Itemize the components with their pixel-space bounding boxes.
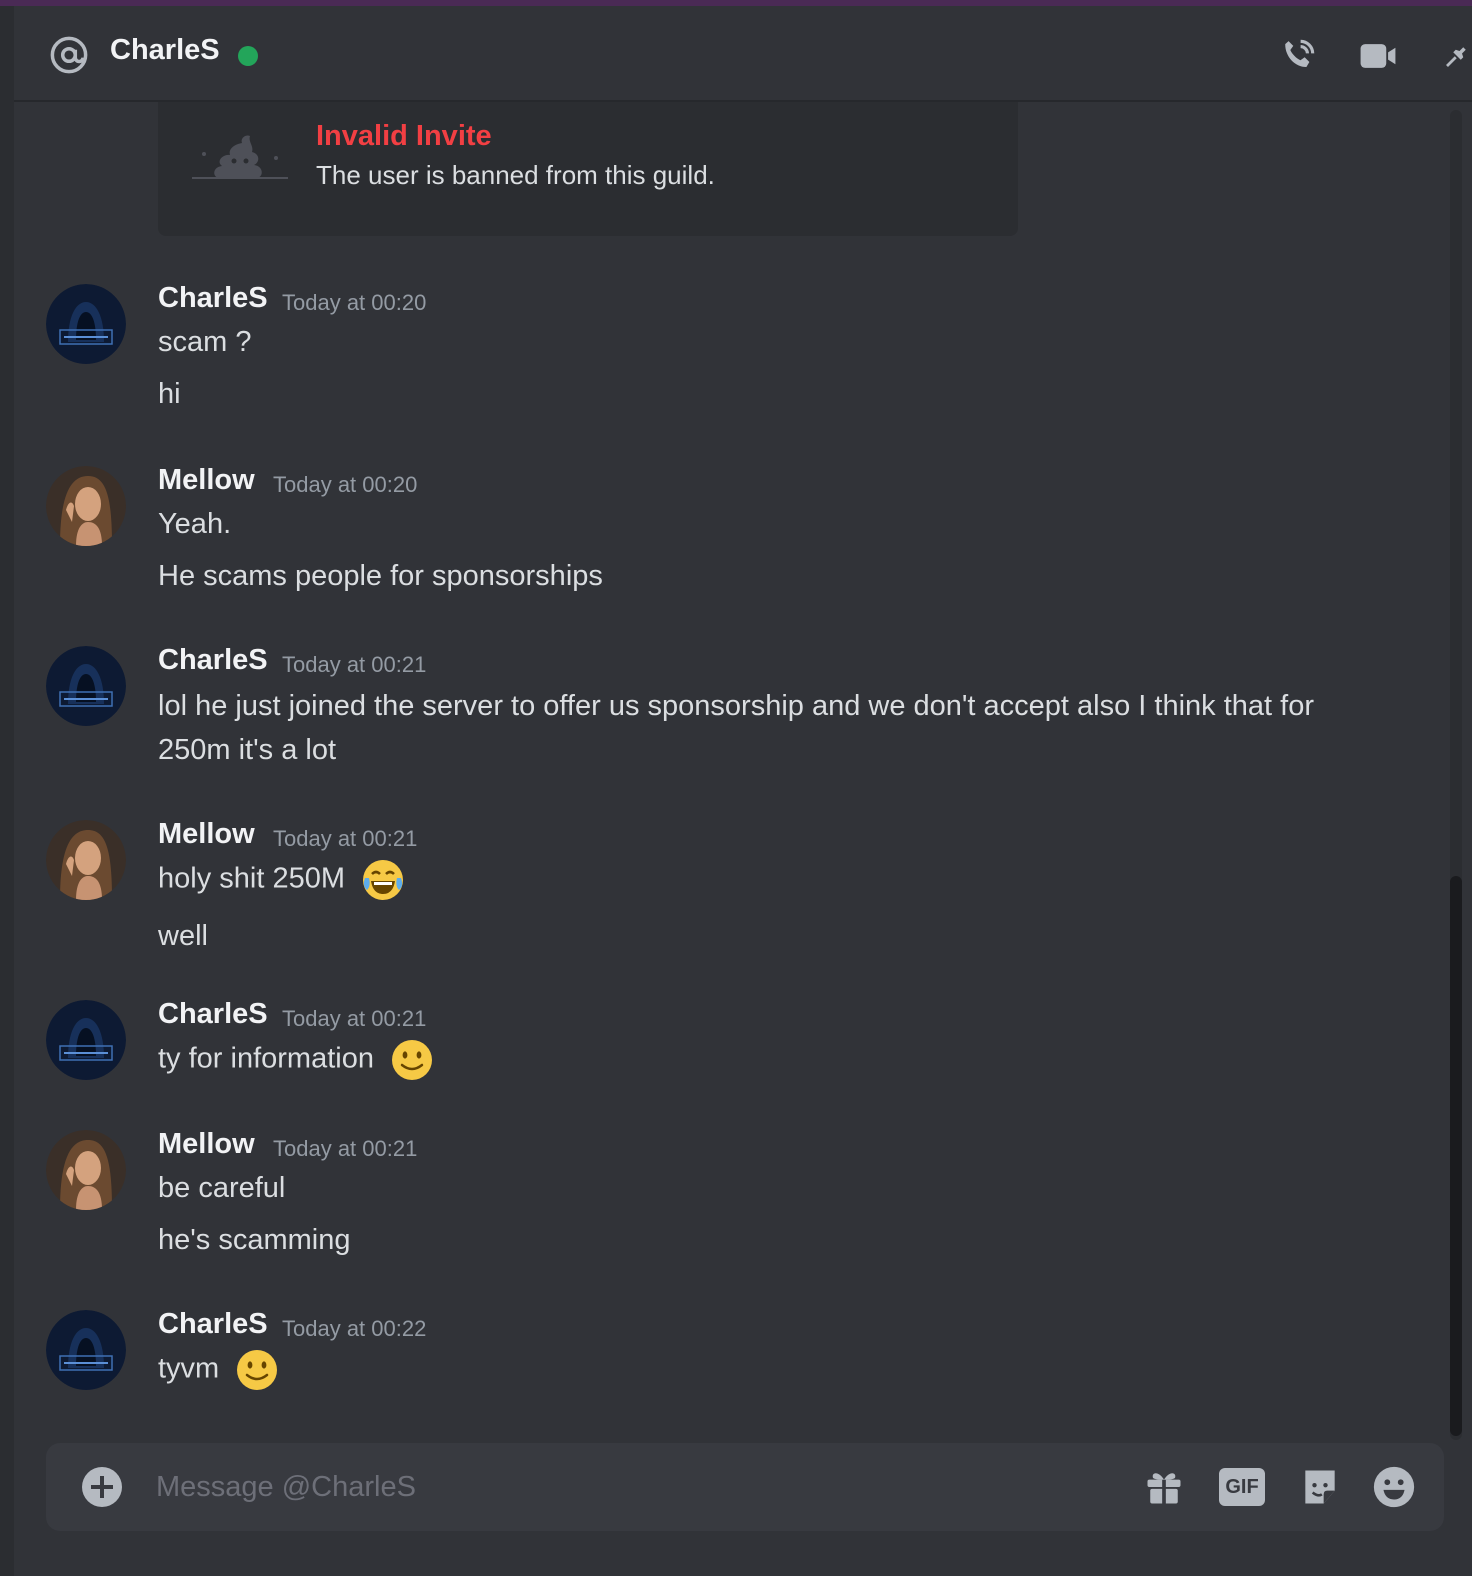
sidebar-edge — [0, 6, 14, 1576]
channel-header: CharleS — [14, 6, 1472, 102]
voice-call-icon — [1285, 39, 1315, 68]
poop-icon — [192, 135, 288, 179]
invite-title: Invalid Invite — [316, 120, 492, 152]
at-icon — [50, 36, 88, 74]
avatar[interactable] — [46, 284, 126, 364]
message-composer: GIF — [46, 1443, 1444, 1531]
message-group: Mellow Today at 00:21 holy shit 250M wel… — [14, 818, 1434, 952]
video-call-button[interactable] — [1356, 34, 1400, 78]
message-author[interactable]: CharleS — [158, 1308, 268, 1341]
message-text: well — [158, 920, 208, 952]
message-timestamp: Today at 00:20 — [282, 290, 427, 315]
message-timestamp: Today at 00:20 — [273, 472, 418, 497]
sticker-icon — [1305, 1470, 1335, 1504]
message-text: holy shit 250M — [158, 862, 345, 895]
charles-avatar-image — [46, 284, 126, 364]
message-text-with-emoji: ty for information — [158, 1038, 434, 1082]
mellow-avatar-image — [46, 466, 126, 546]
message-group: Mellow Today at 00:21 be careful he's sc… — [14, 1128, 1434, 1260]
message-author[interactable]: Mellow — [158, 818, 255, 851]
avatar[interactable] — [46, 1000, 126, 1080]
scrollbar-thumb[interactable] — [1450, 876, 1462, 1436]
mellow-avatar-image — [46, 1130, 126, 1210]
sticker-button[interactable] — [1296, 1463, 1344, 1511]
message-text: tyvm — [158, 1352, 220, 1385]
message-timestamp: Today at 00:21 — [273, 826, 418, 851]
message-author[interactable]: Mellow — [158, 464, 255, 497]
gif-label: GIF — [1225, 1475, 1259, 1498]
online-status-indicator — [238, 46, 258, 66]
message-author[interactable]: CharleS — [158, 998, 268, 1031]
message-text: scam ? — [158, 326, 252, 358]
avatar[interactable] — [46, 820, 126, 900]
message-text: hi — [158, 378, 181, 410]
slightly-smiling-emoji-icon — [237, 1350, 278, 1390]
charles-avatar-image — [46, 1310, 126, 1390]
message-text: he's scamming — [158, 1224, 351, 1256]
channel-title[interactable]: CharleS — [110, 34, 220, 67]
charles-avatar-image — [46, 1000, 126, 1080]
joy-emoji-icon — [363, 860, 404, 900]
message-author[interactable]: Mellow — [158, 1128, 255, 1161]
message-group: CharleS Today at 00:21 ty for informatio… — [14, 998, 1434, 1090]
emoji-picker-button[interactable] — [1370, 1463, 1418, 1511]
invite-embed: Invalid Invite The user is banned from t… — [158, 102, 1018, 236]
emoji-icon — [1373, 1466, 1415, 1508]
message-group: CharleS Today at 00:22 tyvm — [14, 1308, 1434, 1400]
avatar[interactable] — [46, 1310, 126, 1390]
message-group: CharleS Today at 00:21 lol he just joine… — [14, 644, 1434, 776]
add-attachment-button[interactable] — [80, 1465, 124, 1509]
pin-icon — [1446, 47, 1466, 67]
avatar[interactable] — [46, 466, 126, 546]
message-timestamp: Today at 00:22 — [282, 1316, 427, 1341]
message-author[interactable]: CharleS — [158, 282, 268, 315]
message-text-with-emoji: tyvm — [158, 1348, 279, 1392]
mellow-avatar-image — [46, 820, 126, 900]
gif-button[interactable]: GIF — [1218, 1463, 1266, 1511]
message-timestamp: Today at 00:21 — [273, 1136, 418, 1161]
message-timestamp: Today at 00:21 — [282, 1006, 427, 1031]
gift-button[interactable] — [1140, 1463, 1188, 1511]
charles-avatar-image — [46, 646, 126, 726]
slightly-smiling-emoji-icon — [392, 1040, 433, 1080]
message-text: He scams people for sponsorships — [158, 560, 603, 592]
video-call-icon — [1360, 44, 1396, 68]
message-author[interactable]: CharleS — [158, 644, 268, 677]
message-group: Mellow Today at 00:20 Yeah. He scams peo… — [14, 464, 1434, 596]
pinned-messages-button[interactable] — [1434, 34, 1472, 78]
message-text: be careful — [158, 1172, 286, 1204]
invite-description: The user is banned from this guild. — [316, 160, 715, 190]
avatar[interactable] — [46, 646, 126, 726]
dm-chat-frame: CharleS Invalid Invite The user is banne… — [14, 6, 1472, 1576]
message-input[interactable] — [156, 1443, 1116, 1531]
message-text: lol he just joined the server to offer u… — [158, 690, 1315, 766]
message-group: CharleS Today at 00:20 scam ? hi — [14, 282, 1434, 414]
message-timestamp: Today at 00:21 — [282, 652, 427, 677]
gif-icon: GIF — [1219, 1468, 1265, 1506]
avatar[interactable] — [46, 1130, 126, 1210]
message-text-with-emoji: holy shit 250M — [158, 858, 405, 902]
voice-call-button[interactable] — [1276, 34, 1320, 78]
message-text: Yeah. — [158, 508, 232, 540]
gift-icon — [1147, 1473, 1181, 1504]
message-text: ty for information — [158, 1042, 374, 1075]
